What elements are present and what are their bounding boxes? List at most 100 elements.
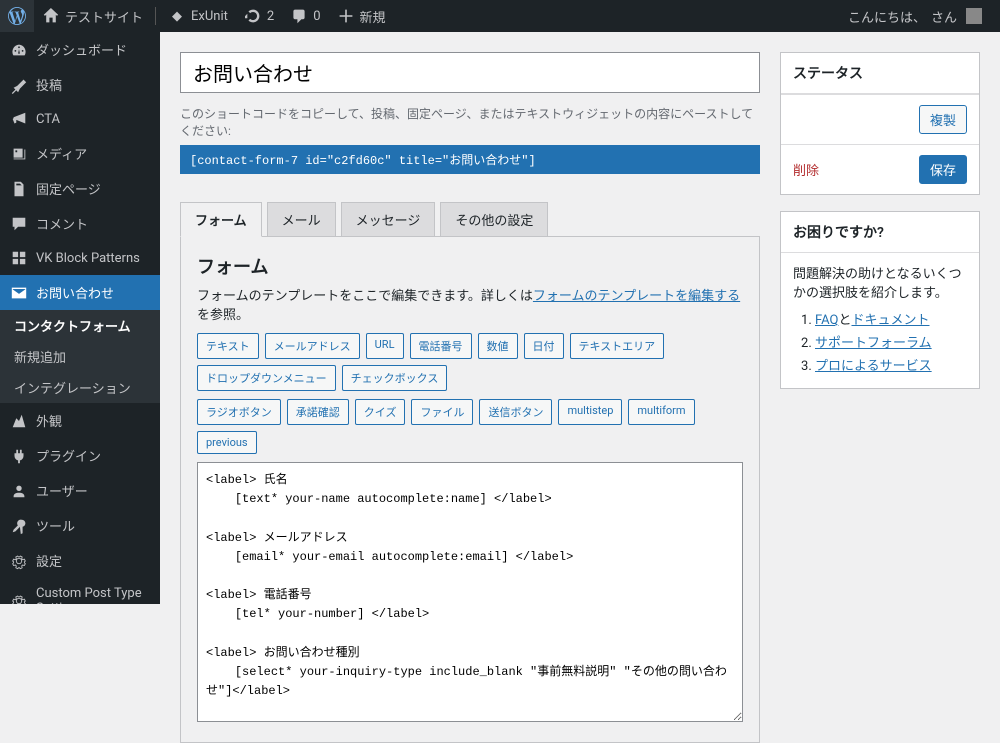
admin-bar-right: こんにちは、 さん (840, 0, 1000, 32)
form-title-input[interactable] (180, 52, 760, 93)
new-label: 新規 (360, 7, 386, 26)
submenu-item-integration[interactable]: インテグレーション (0, 372, 160, 403)
wordpress-icon (8, 7, 26, 25)
save-button[interactable]: 保存 (919, 155, 967, 184)
exunit-icon: ◆ (168, 7, 186, 25)
tag-generator-button[interactable]: ドロップダウンメニュー (197, 365, 336, 391)
sidebar-item-label: 投稿 (36, 75, 62, 94)
site-home-link[interactable]: テストサイト (34, 0, 151, 32)
sidebar-item-vk-block-patterns[interactable]: VK Block Patterns (0, 241, 160, 275)
faq-link[interactable]: FAQ (815, 313, 838, 328)
tag-generator-button[interactable]: 承諾確認 (287, 399, 349, 425)
panel-title: フォーム (197, 253, 743, 279)
updates-link[interactable]: 2 (236, 0, 282, 32)
dashboard-icon (10, 41, 28, 59)
tag-generator-button[interactable]: テキストエリア (570, 333, 665, 359)
status-box-title: ステータス (781, 53, 979, 94)
sidebar-item-label: ツール (36, 516, 75, 535)
tag-generator-button[interactable]: ラジオボタン (197, 399, 281, 425)
sidebar-item-label: ダッシュボード (36, 40, 127, 59)
sidebar-item-label: 外観 (36, 411, 62, 430)
help-link-item: FAQとドキュメント (815, 309, 967, 328)
plus-icon (337, 7, 355, 25)
sidebar-item-label: お問い合わせ (36, 283, 114, 302)
sidebar-item-label: VK Block Patterns (36, 251, 140, 266)
tools-icon (10, 517, 28, 535)
pro-service-link[interactable]: プロによるサービス (815, 359, 932, 374)
tab-form[interactable]: フォーム (180, 202, 262, 237)
comments-link[interactable]: 0 (282, 0, 328, 32)
tag-generator-button[interactable]: URL (366, 333, 404, 359)
new-content-link[interactable]: 新規 (329, 0, 394, 32)
sidebar-item-設定[interactable]: 設定 (0, 543, 160, 578)
tag-generator-button[interactable]: multistep (558, 399, 622, 425)
help-link-item: プロによるサービス (815, 355, 967, 374)
tag-generator-button[interactable]: クイズ (355, 399, 406, 425)
sidebar-item-label: 固定ページ (36, 179, 101, 198)
docs-link[interactable]: ドキュメント (851, 313, 929, 328)
help-description: 問題解決の助けとなるいくつかの選択肢を紹介します。 (793, 263, 967, 301)
wp-logo[interactable] (0, 0, 34, 32)
sidebar-item-コメント[interactable]: コメント (0, 206, 160, 241)
tag-generator-button[interactable]: チェックボックス (342, 365, 448, 391)
panel-desc-post: を参照。 (197, 308, 249, 323)
site-name: テストサイト (65, 7, 143, 26)
form-template-textarea[interactable] (197, 462, 743, 722)
panel-desc-pre: フォームのテンプレートをここで編集できます。詳しくは (197, 289, 533, 304)
media-icon (10, 145, 28, 163)
delete-link[interactable]: 削除 (793, 160, 819, 179)
page-icon (10, 180, 28, 198)
exunit-label: ExUnit (191, 9, 228, 24)
megaphone-icon (10, 110, 28, 128)
plugins-icon (10, 447, 28, 465)
tab-messages[interactable]: メッセージ (341, 202, 436, 236)
tab-mail[interactable]: メール (267, 202, 336, 236)
tab-other-settings[interactable]: その他の設定 (440, 202, 548, 236)
tag-buttons-row2: ラジオボタン承諾確認クイズファイル送信ボタンmultistepmultiform… (197, 399, 743, 454)
comments-count: 0 (313, 9, 320, 24)
tag-generator-button[interactable]: 数値 (478, 333, 518, 359)
tag-generator-button[interactable]: 電話番号 (410, 333, 472, 359)
updates-count: 2 (267, 9, 274, 24)
sidebar-item-ダッシュボード[interactable]: ダッシュボード (0, 32, 160, 67)
admin-bar-left: テストサイト ◆ ExUnit 2 0 新規 (0, 0, 394, 32)
divider (155, 7, 156, 25)
support-forum-link[interactable]: サポートフォーラム (815, 336, 932, 351)
editor-tabs: フォーム メール メッセージ その他の設定 (180, 202, 760, 236)
exunit-link[interactable]: ◆ ExUnit (160, 0, 236, 32)
greeting: こんにちは、 (848, 7, 926, 26)
sidebar-item-メディア[interactable]: メディア (0, 136, 160, 171)
shortcode-display[interactable]: [contact-form-7 id="c2fd60c" title="お問い合… (180, 145, 760, 174)
sidebar-item-投稿[interactable]: 投稿 (0, 67, 160, 102)
sidebar-item-cta[interactable]: CTA (0, 102, 160, 136)
avatar (966, 8, 982, 24)
shortcode-description: このショートコードをコピーして、投稿、固定ページ、またはテキストウィジェットの内… (180, 105, 760, 139)
account-link[interactable]: こんにちは、 さん (840, 0, 990, 32)
submenu-item-add-new[interactable]: 新規追加 (0, 341, 160, 372)
form-panel: フォーム フォームのテンプレートをここで編集できます。詳しくはフォームのテンプレ… (180, 236, 760, 743)
tag-generator-button[interactable]: テキスト (197, 333, 259, 359)
sidebar-item-固定ページ[interactable]: 固定ページ (0, 171, 160, 206)
tag-generator-button[interactable]: 日付 (524, 333, 564, 359)
template-edit-link[interactable]: フォームのテンプレートを編集する (533, 289, 740, 304)
tag-generator-button[interactable]: multiform (628, 399, 694, 425)
sidebar-item-ユーザー[interactable]: ユーザー (0, 473, 160, 508)
main-content: このショートコードをコピーして、投稿、固定ページ、またはテキストウィジェットの内… (160, 32, 1000, 743)
sidebar-item-label: ユーザー (36, 481, 88, 500)
tag-generator-button[interactable]: ファイル (411, 399, 473, 425)
tag-generator-button[interactable]: メールアドレス (265, 333, 360, 359)
sidebar-item-label: 設定 (36, 551, 62, 570)
duplicate-button[interactable]: 複製 (919, 105, 967, 134)
sidebar-item-label: プラグイン (36, 446, 101, 465)
help-box-title: お困りですか? (781, 212, 979, 253)
sidebar-item-外観[interactable]: 外観 (0, 403, 160, 438)
submenu-item-contact-forms[interactable]: コンタクトフォーム (0, 310, 160, 341)
tag-generator-button[interactable]: 送信ボタン (479, 399, 552, 425)
mail-icon (10, 284, 28, 302)
tag-generator-button[interactable]: previous (197, 431, 257, 454)
sidebar-item-プラグイン[interactable]: プラグイン (0, 438, 160, 473)
admin-sidebar: ダッシュボード投稿 CTAメディア固定ページコメント VK Block Patter… (0, 32, 160, 604)
sidebar-item-custom-post-type-setting[interactable]: Custom Post Type Setting (0, 578, 160, 604)
sidebar-item-ツール[interactable]: ツール (0, 508, 160, 543)
sidebar-item-contact[interactable]: お問い合わせ (0, 275, 160, 310)
